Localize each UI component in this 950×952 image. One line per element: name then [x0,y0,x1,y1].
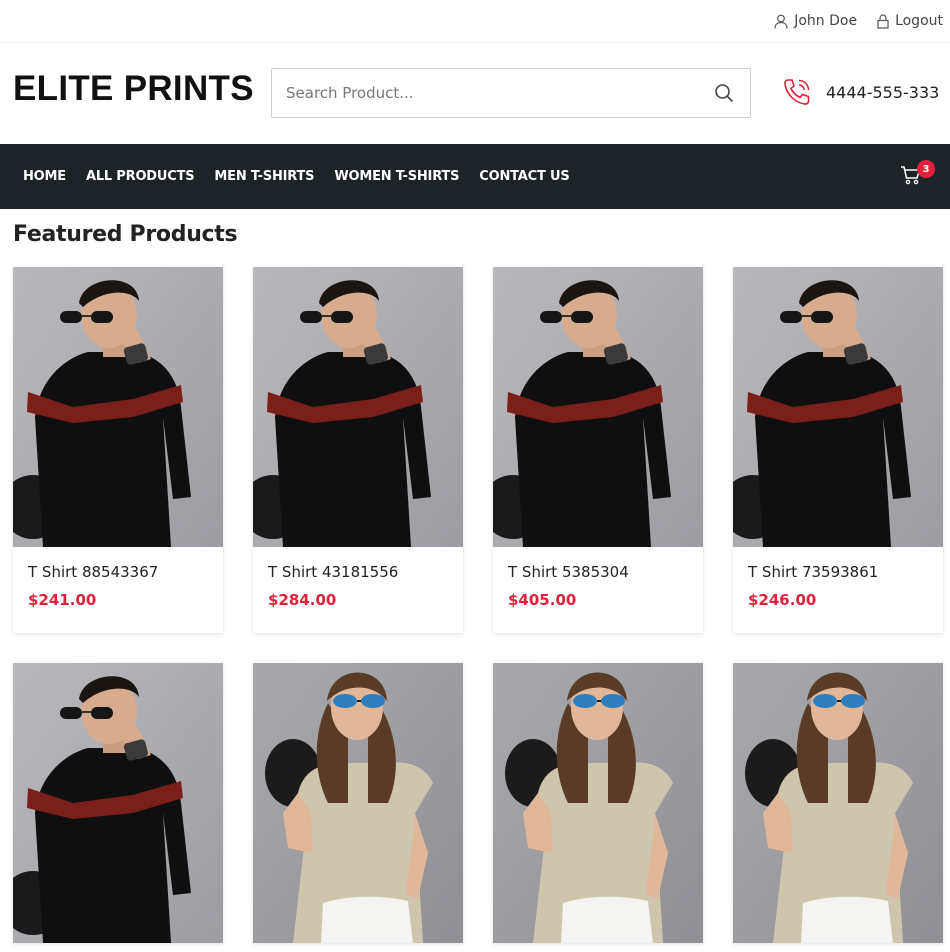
search-button[interactable] [704,69,744,117]
nav-home[interactable]: HOME [23,169,66,184]
site-header: ELITE PRINTS 4444-555-333 [0,43,950,144]
product-card[interactable] [493,663,703,943]
product-card[interactable]: T Shirt 88543367 $241.00 [13,267,223,633]
product-image[interactable] [493,267,703,547]
lock-icon [877,13,889,29]
product-image[interactable] [493,663,703,943]
user-icon [774,14,788,29]
product-name[interactable]: T Shirt 43181556 [268,547,448,581]
nav-men-tshirts[interactable]: MEN T-SHIRTS [214,169,314,184]
main-nav: HOME ALL PRODUCTS MEN T-SHIRTS WOMEN T-S… [0,144,950,209]
nav-all-products[interactable]: ALL PRODUCTS [86,169,195,184]
product-card[interactable] [733,663,943,943]
search-icon [715,84,734,103]
product-image[interactable] [733,267,943,547]
product-price: $405.00 [508,591,577,609]
product-photo [493,663,703,943]
product-card[interactable] [13,663,223,943]
top-bar: John Doe Logout [0,0,950,43]
product-image[interactable] [253,663,463,943]
nav-women-tshirts[interactable]: WOMEN T-SHIRTS [334,169,459,184]
section-title: Featured Products [13,222,238,247]
product-price: $246.00 [748,591,817,609]
nav-contact-us[interactable]: CONTACT US [479,169,569,184]
product-name[interactable]: T Shirt 5385304 [508,547,688,581]
phone-icon [784,79,810,105]
product-card[interactable]: T Shirt 73593861 $246.00 [733,267,943,633]
product-card[interactable]: T Shirt 43181556 $284.00 [253,267,463,633]
product-photo [253,663,463,943]
user-name: John Doe [794,13,858,29]
site-logo[interactable]: ELITE PRINTS [13,69,254,109]
logout-link[interactable]: Logout [877,13,943,29]
product-photo [13,267,223,547]
product-photo [13,663,223,943]
product-image[interactable] [253,267,463,547]
logout-label: Logout [895,13,943,29]
product-photo [493,267,703,547]
user-link[interactable]: John Doe [774,13,857,29]
cart-button[interactable]: 3 [900,160,935,186]
product-card[interactable]: T Shirt 5385304 $405.00 [493,267,703,633]
product-photo [733,267,943,547]
phone-contact[interactable]: 4444-555-333 [781,76,939,108]
product-image[interactable] [13,267,223,547]
product-image[interactable] [733,663,943,943]
phone-number: 4444-555-333 [826,82,940,102]
search-input[interactable] [272,69,704,117]
product-card[interactable] [253,663,463,943]
product-name[interactable]: T Shirt 73593861 [748,547,928,581]
cart-count-badge: 3 [917,160,935,178]
product-image[interactable] [13,663,223,943]
search-box [271,68,751,118]
product-photo [733,663,943,943]
product-price: $284.00 [268,591,337,609]
product-photo [253,267,463,547]
product-name[interactable]: T Shirt 88543367 [28,547,208,581]
product-price: $241.00 [28,591,97,609]
